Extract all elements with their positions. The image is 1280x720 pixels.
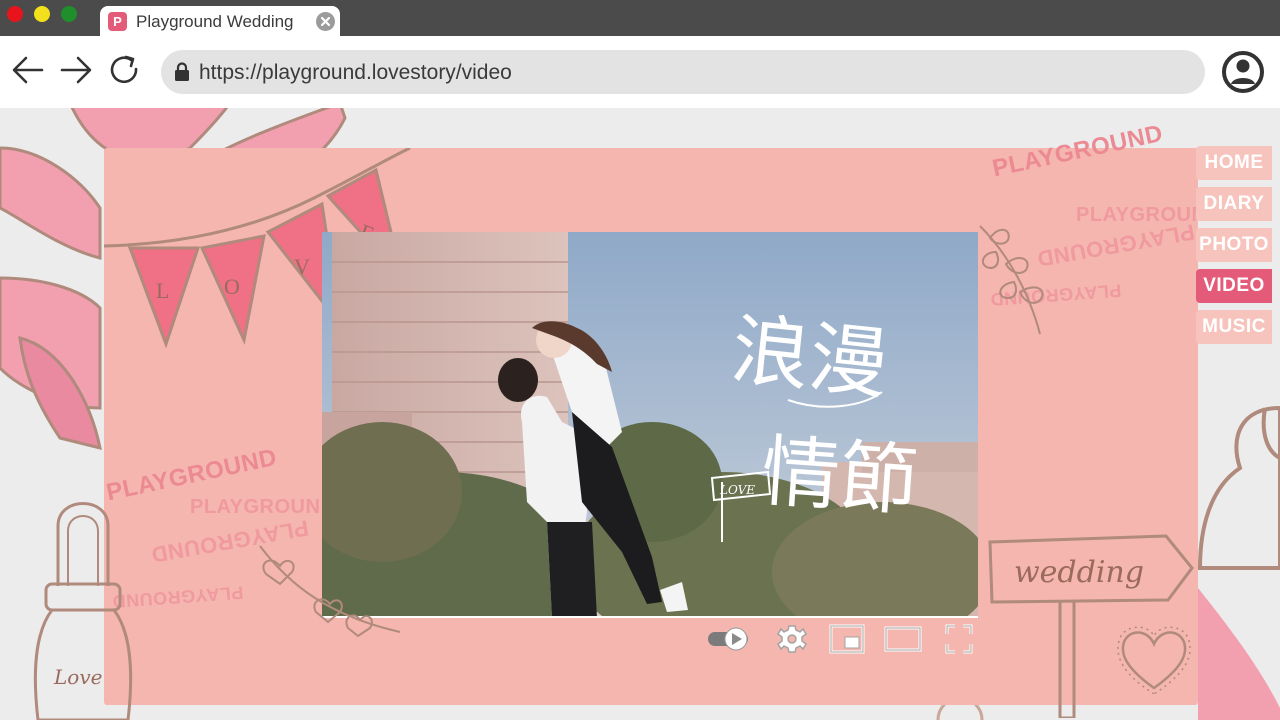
nav-item-video[interactable]: VIDEO — [1196, 269, 1272, 303]
browser-toolbar: https://playground.lovestory/video — [0, 36, 1280, 108]
video-title-line2: 情節 — [759, 427, 921, 528]
fullscreen-icon — [945, 624, 973, 654]
nav-item-home[interactable]: HOME — [1196, 146, 1272, 180]
flag-text: LOVE — [719, 483, 755, 497]
hearts-vine-illustration — [259, 545, 401, 638]
banner-letter: O — [224, 274, 240, 299]
miniplayer-icon — [829, 624, 865, 654]
browser-tab[interactable]: P Playground Wedding — [100, 6, 340, 38]
forward-button[interactable] — [58, 52, 94, 88]
window-maximize-dot[interactable] — [61, 6, 77, 22]
video-title-line1: 浪漫 — [727, 305, 892, 411]
leaf-illustration — [1197, 405, 1280, 720]
banner-letter: V — [294, 254, 310, 279]
gear-icon — [777, 625, 807, 653]
nav-item-music[interactable]: MUSIC — [1196, 310, 1272, 344]
user-icon[interactable] — [1222, 49, 1264, 95]
theater-mode-button[interactable] — [884, 622, 922, 656]
lock-icon — [175, 62, 189, 81]
favicon-icon: P — [108, 12, 127, 31]
browser-titlebar: P Playground Wedding — [0, 0, 1280, 38]
heart-stamp-illustration — [1117, 626, 1191, 694]
nav-item-photo[interactable]: PHOTO — [1196, 228, 1272, 262]
page-content: PLAYGROUND PLAYGROUN PLAYGROUND PLAYGROU… — [0, 108, 1280, 720]
sign-text: wedding — [1014, 555, 1144, 590]
reload-icon — [110, 55, 138, 84]
address-bar[interactable]: https://playground.lovestory/video — [161, 50, 1205, 94]
banner-letter: L — [156, 278, 169, 303]
autoplay-toggle-icon — [708, 627, 748, 651]
tab-title: Playground Wedding — [136, 12, 294, 31]
url-text: https://playground.lovestory/video — [199, 61, 512, 84]
theater-mode-icon — [884, 626, 922, 652]
nav-item-diary[interactable]: DIARY — [1196, 187, 1272, 221]
video-controls — [706, 622, 978, 656]
miniplayer-button[interactable] — [829, 622, 865, 656]
side-navigation: HOME DIARY PHOTO VIDEO MUSIC — [1196, 146, 1274, 351]
fullscreen-button[interactable] — [944, 622, 974, 656]
window-minimize-dot[interactable] — [34, 6, 50, 22]
jar-label: Love — [53, 665, 102, 689]
autoplay-toggle[interactable] — [706, 622, 752, 656]
video-frame-image: 浪漫 情節 LOVE — [322, 232, 978, 616]
settings-button[interactable] — [776, 622, 808, 656]
video-player[interactable]: 浪漫 情節 LOVE — [322, 232, 978, 618]
fern-illustration — [979, 225, 1044, 335]
back-button[interactable] — [10, 52, 46, 88]
window-close-dot[interactable] — [7, 6, 23, 22]
arrow-right-icon — [60, 56, 92, 84]
tab-close-icon[interactable] — [316, 12, 335, 31]
arrow-left-icon — [12, 56, 44, 84]
jar-illustration: Love — [33, 502, 133, 720]
reload-button[interactable] — [107, 52, 143, 88]
